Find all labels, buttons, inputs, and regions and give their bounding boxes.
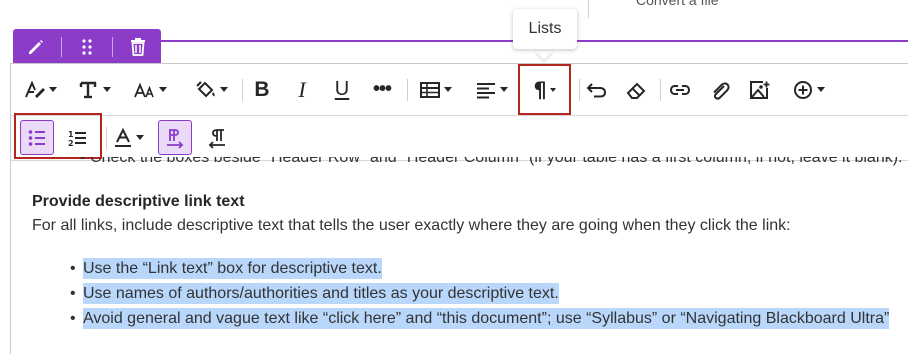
ltr-direction-button[interactable] [158,120,192,155]
insert-content-button[interactable] [786,64,830,115]
list-item-text: Avoid general and vague text like “click… [83,308,890,329]
section-heading: Provide descriptive link text [32,193,245,210]
bold-button[interactable]: B [246,64,278,115]
eraser-icon [626,82,646,99]
rtl-direction-button[interactable] [200,120,234,155]
numbered-list-icon: 1 2 [68,130,86,148]
list-item-text: Use names of authors/authorities and tit… [83,283,559,304]
align-left-icon [476,82,495,98]
insert-image-button[interactable] [744,64,776,115]
toolbar-separator [579,79,580,101]
chevron-down-icon [158,87,167,92]
undo-icon [586,82,607,97]
bulleted-list-button[interactable] [20,120,54,155]
toolbar-separator [106,127,107,149]
chevron-down-icon [48,87,57,92]
alignment-button[interactable] [468,64,514,115]
edit-button[interactable] [16,29,56,64]
svg-text:2: 2 [68,139,74,148]
font-type-button[interactable] [72,64,116,115]
list-item: • Use the “Link text” box for descriptive… [70,258,382,279]
plus-circle-icon [793,80,812,99]
chevron-down-icon [549,87,556,92]
cut-off-caption: Convert a file [636,0,719,8]
text-underline-icon [114,127,131,147]
bullet-dot: • [70,285,76,302]
block-edit-tab [13,29,161,64]
font-type-icon [79,81,96,98]
undo-button[interactable] [582,64,612,115]
image-icon [750,80,770,99]
attach-file-button[interactable] [704,64,736,115]
toolbar-separator [242,79,243,101]
chevron-down-icon [102,87,111,92]
tab-separator [60,36,62,57]
toolbar-separator [407,79,408,101]
tab-separator [112,36,114,57]
numbered-list-button[interactable]: 1 2 [60,120,94,155]
chevron-down-icon [816,87,825,92]
chevron-down-icon [219,87,228,92]
more-icon: ••• [372,78,392,100]
italic-icon: I [298,76,306,102]
ltr-direction-icon [167,128,184,149]
drag-handle[interactable] [67,29,107,64]
bold-icon: B [254,77,270,101]
paragraph-style-button[interactable] [18,64,62,115]
top-divider [588,0,589,18]
lists-tooltip: Lists [513,9,577,49]
pencil-icon [28,39,43,54]
delete-button[interactable] [118,29,158,64]
editor-toolbar-main: B I U ••• ¶ [10,64,908,116]
toolbar-separator [660,79,661,101]
chevron-down-icon [443,87,452,92]
more-formatting-button[interactable]: ••• [366,64,398,115]
bullet-dot: • [70,310,76,327]
underline-icon: U [334,78,350,100]
table-button[interactable] [412,64,458,115]
paragraph-icon: ¶ [533,77,547,102]
drag-handle-icon [82,38,92,55]
italic-button[interactable]: I [286,64,318,115]
trash-icon [131,37,146,56]
paragraph-style-icon [24,79,45,98]
svg-text:1: 1 [68,130,74,139]
chevron-down-icon [499,87,508,92]
clear-formatting-button[interactable] [620,64,652,115]
underline-button[interactable]: U [326,64,358,115]
table-icon [419,81,440,98]
list-item: • Use names of authors/authorities and ti… [70,283,559,304]
lists-button[interactable]: ¶ [518,64,571,115]
editor-toolbar-lists: 1 2 [10,113,908,161]
font-size-button[interactable] [128,64,172,115]
chevron-down-icon [135,135,144,140]
bulleted-list-icon [28,129,45,146]
insert-link-button[interactable] [664,64,696,115]
list-item: • Avoid general and vague text like “clic… [70,308,890,329]
list-item-text: Use the “Link text” box for descriptive … [83,258,382,279]
font-size-icon [133,82,154,97]
section-paragraph: For all links, include descriptive text … [32,217,791,234]
paperclip-icon [713,81,730,100]
list-style-button[interactable] [108,120,148,155]
bullet-dot: • [70,260,76,277]
paint-bucket-icon [195,80,215,97]
link-icon [669,84,691,95]
text-color-button[interactable] [188,64,234,115]
rtl-direction-icon [208,128,225,149]
